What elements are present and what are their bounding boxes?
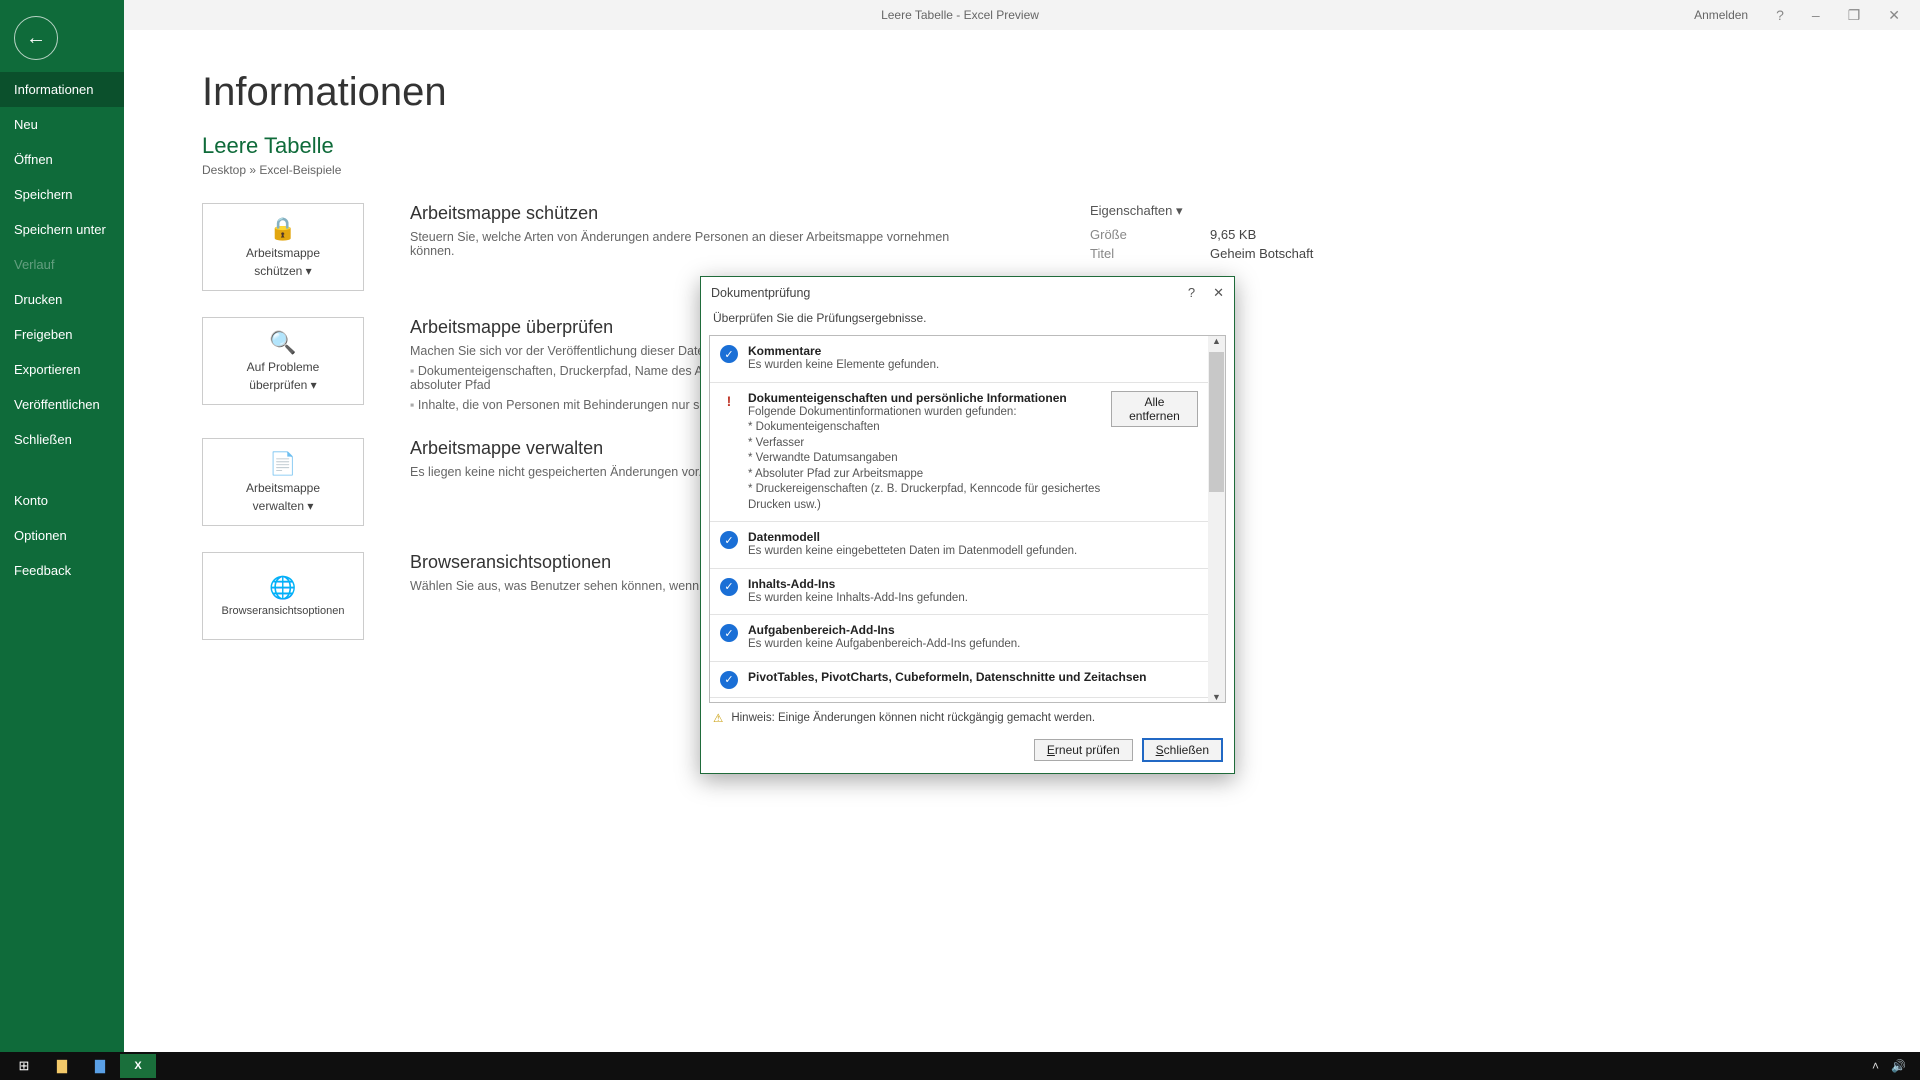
result-title: Datenmodell	[748, 530, 1077, 544]
tray-chevron-icon[interactable]: ˄	[1872, 1059, 1879, 1073]
explorer-icon[interactable]: ▇	[44, 1054, 80, 1078]
restore-button[interactable]: ❐	[1848, 7, 1861, 24]
sidebar-item-speichern[interactable]: Speichern	[0, 177, 124, 212]
sidebar-item-neu[interactable]: Neu	[0, 107, 124, 142]
minimize-button[interactable]: –	[1812, 7, 1820, 23]
document-path: Desktop » Excel-Beispiele	[202, 163, 1920, 177]
properties-heading[interactable]: Eigenschaften ▾	[1090, 203, 1313, 219]
dialog-help-button[interactable]: ?	[1188, 285, 1195, 301]
scroll-thumb[interactable]	[1209, 352, 1224, 492]
manage-desc: Es liegen keine nicht gespeicherten Ände…	[410, 465, 702, 479]
alert-icon: !	[720, 392, 738, 410]
start-button[interactable]: ⊞	[6, 1054, 42, 1078]
sidebar-item-feedback[interactable]: Feedback	[0, 553, 124, 588]
check-icon: ✓	[720, 671, 738, 689]
sidebar-item-freigeben[interactable]: Freigeben	[0, 317, 124, 352]
manage-icon: 📄	[269, 451, 296, 477]
tray-volume-icon[interactable]: 🔊	[1891, 1059, 1906, 1073]
browser-options-tile[interactable]: 🌐 Browseransichtsoptionen	[202, 552, 364, 640]
result-title: Aufgabenbereich-Add-Ins	[748, 623, 1020, 637]
remove-all-button[interactable]: Alle entfernen	[1111, 391, 1198, 427]
sidebar-item-verlauf[interactable]: Verlauf	[0, 247, 124, 282]
scroll-up-icon[interactable]: ▲	[1212, 336, 1221, 346]
sidebar-item-öffnen[interactable]: Öffnen	[0, 142, 124, 177]
signin-link[interactable]: Anmelden	[1694, 8, 1748, 22]
lock-icon: 🔒	[269, 216, 296, 242]
back-button[interactable]: ←	[14, 16, 58, 60]
inspector-result: ✓ PivotTables, PivotCharts, Cubeformeln, …	[710, 662, 1208, 698]
sidebar-item-informationen[interactable]: Informationen	[0, 72, 124, 107]
check-icon: ✓	[720, 578, 738, 596]
backstage-sidebar: ← InformationenNeuÖffnenSpeichernSpeiche…	[0, 0, 124, 1080]
scrollbar[interactable]: ▲ ▼	[1208, 336, 1225, 702]
sidebar-item-exportieren[interactable]: Exportieren	[0, 352, 124, 387]
excel-taskbar-icon[interactable]: X	[120, 1054, 156, 1078]
check-icon: ✓	[720, 531, 738, 549]
document-name: Leere Tabelle	[202, 133, 1920, 159]
sidebar-item-drucken[interactable]: Drucken	[0, 282, 124, 317]
titlebar: Leere Tabelle - Excel Preview Anmelden ?…	[0, 0, 1920, 30]
manage-workbook-tile[interactable]: 📄 Arbeitsmappe verwalten ▾	[202, 438, 364, 526]
help-button[interactable]: ?	[1776, 7, 1784, 23]
inspector-result: ! Dokumenteigenschaften und persönliche I…	[710, 383, 1208, 523]
warning-icon: ⚠	[713, 711, 723, 725]
taskbar: ⊞ ▇ ▇ X ˄ 🔊	[0, 1052, 1920, 1080]
close-button[interactable]: Schließen	[1143, 739, 1222, 761]
manage-heading: Arbeitsmappe verwalten	[410, 438, 702, 459]
scroll-down-icon[interactable]: ▼	[1212, 692, 1221, 702]
document-inspector-dialog: Dokumentprüfung ? ✕ Überprüfen Sie die P…	[700, 276, 1235, 774]
inspector-result: ✓Inhalts-Add-InsEs wurden keine Inhalts-…	[710, 569, 1208, 616]
close-window-button[interactable]: ✕	[1888, 7, 1900, 24]
reinspect-button[interactable]: Erneut prüfen	[1034, 739, 1133, 761]
result-title: Kommentare	[748, 344, 939, 358]
sidebar-item-schließen[interactable]: Schließen	[0, 422, 124, 457]
dialog-warning-text: Hinweis: Einige Änderungen können nicht …	[731, 712, 1095, 724]
inspector-result: ✓KommentareEs wurden keine Elemente gefu…	[710, 336, 1208, 383]
result-title: Dokumenteigenschaften und persönliche In…	[748, 391, 1101, 405]
protect-workbook-tile[interactable]: 🔒 Arbeitsmappe schützen ▾	[202, 203, 364, 291]
sidebar-item-veröffentlichen[interactable]: Veröffentlichen	[0, 387, 124, 422]
page-title: Informationen	[202, 70, 1920, 115]
sidebar-item-speichern-unter[interactable]: Speichern unter	[0, 212, 124, 247]
protect-desc: Steuern Sie, welche Arten von Änderungen…	[410, 230, 970, 258]
sidebar-item-konto[interactable]: Konto	[0, 483, 124, 518]
inspect-icon: 🔍	[269, 330, 296, 356]
browser-icon: 🌐	[269, 575, 296, 601]
inspect-workbook-tile[interactable]: 🔍 Auf Probleme überprüfen ▾	[202, 317, 364, 405]
dialog-results: ✓KommentareEs wurden keine Elemente gefu…	[709, 335, 1226, 703]
result-title: Inhalts-Add-Ins	[748, 577, 968, 591]
dialog-title: Dokumentprüfung	[711, 286, 810, 300]
check-icon: ✓	[720, 345, 738, 363]
check-icon: ✓	[720, 624, 738, 642]
dialog-close-button[interactable]: ✕	[1213, 285, 1224, 301]
result-title: PivotTables, PivotCharts, Cubeformeln, D…	[748, 670, 1147, 684]
inspector-result: ✓Aufgabenbereich-Add-InsEs wurden keine …	[710, 615, 1208, 662]
mail-icon[interactable]: ▇	[82, 1054, 118, 1078]
protect-heading: Arbeitsmappe schützen	[410, 203, 970, 224]
inspector-result: ✓DatenmodellEs wurden keine eingebettete…	[710, 522, 1208, 569]
window-title: Leere Tabelle - Excel Preview	[881, 8, 1039, 22]
dialog-subtitle: Überprüfen Sie die Prüfungsergebnisse.	[701, 309, 1234, 335]
sidebar-item-optionen[interactable]: Optionen	[0, 518, 124, 553]
